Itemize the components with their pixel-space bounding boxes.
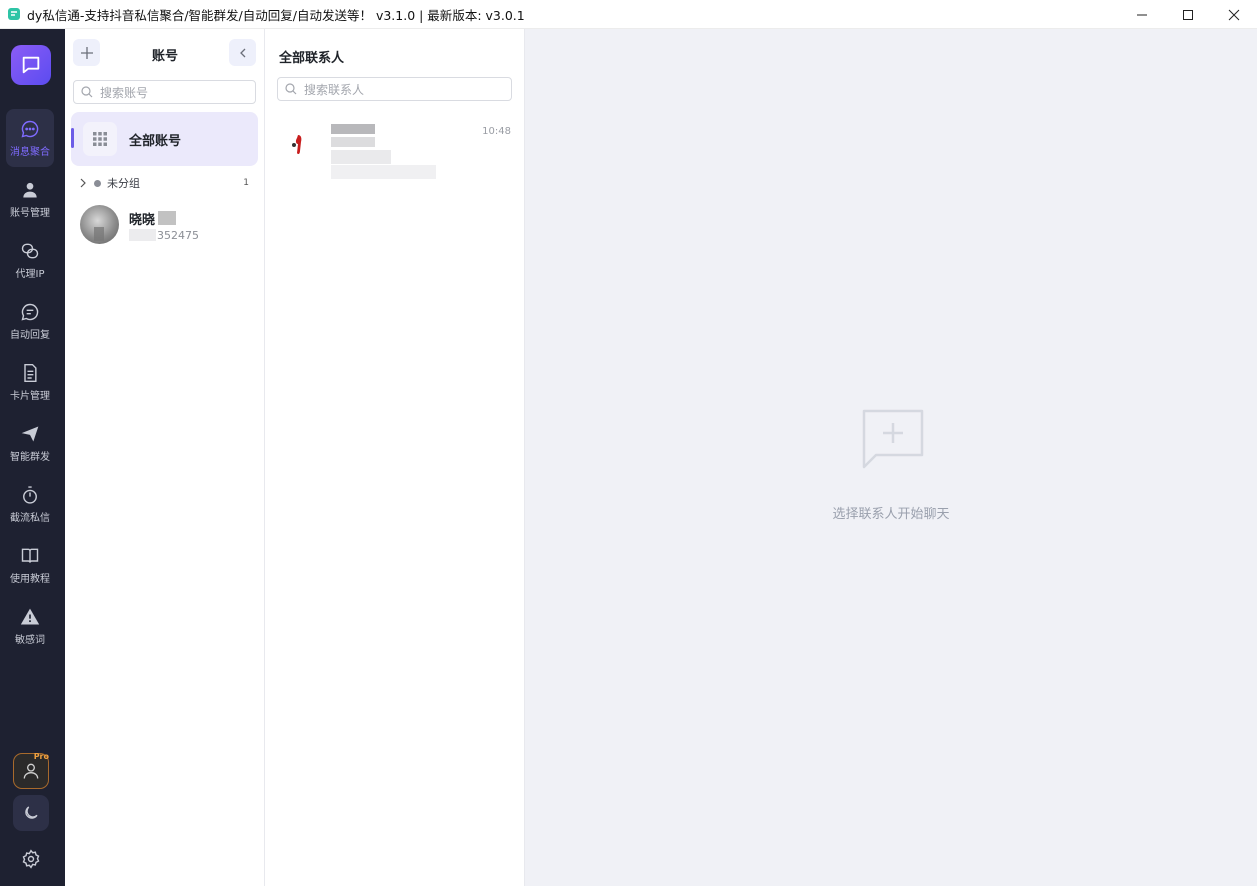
gear-icon <box>22 849 40 869</box>
pro-badge: Pro <box>33 752 49 761</box>
active-indicator <box>71 128 74 148</box>
nav-label: 代理IP <box>15 268 45 280</box>
nav-proxy-ip[interactable]: 代理IP <box>6 231 54 289</box>
chat-area: 选择联系人开始聊天 <box>525 29 1257 886</box>
nav-smart-broadcast[interactable]: 智能群发 <box>6 414 54 472</box>
add-chat-icon <box>862 409 924 469</box>
minimize-button[interactable] <box>1119 0 1165 29</box>
redaction-mask <box>331 150 391 164</box>
contact-time: 10:48 <box>482 126 511 137</box>
search-placeholder: 搜索联系人 <box>304 82 365 97</box>
contacts-panel: 全部联系人 搜索联系人 10:48 <box>265 29 525 886</box>
all-accounts-label: 全部账号 <box>129 133 182 149</box>
close-button[interactable] <box>1211 0 1257 29</box>
nav-label: 智能群发 <box>10 451 50 463</box>
all-accounts-item[interactable]: 全部账号 <box>71 112 258 166</box>
group-ungrouped[interactable]: 未分组 1 <box>79 175 249 191</box>
nav-label: 自动回复 <box>10 329 50 341</box>
maximize-icon <box>1183 9 1193 20</box>
redaction-mask <box>331 137 375 147</box>
proxy-icon <box>21 243 39 258</box>
nav-rail: 消息聚合 账号管理 代理IP 自动回复 卡片管理 智能群发 截流私信 使用教程 … <box>0 29 65 886</box>
nav-auto-reply[interactable]: 自动回复 <box>6 292 54 350</box>
nav-card-management[interactable]: 卡片管理 <box>6 353 54 411</box>
nav-label: 消息聚合 <box>10 146 50 158</box>
message-square-icon <box>22 56 40 74</box>
nav-label: 使用教程 <box>10 573 50 585</box>
search-icon <box>285 83 297 95</box>
group-count: 1 <box>243 178 249 188</box>
nav-label: 截流私信 <box>10 512 50 524</box>
app-logo <box>11 45 51 85</box>
nav-label: 敏感词 <box>15 634 45 646</box>
settings-button[interactable] <box>19 847 43 871</box>
nav-intercept-message[interactable]: 截流私信 <box>6 475 54 533</box>
redaction-mask <box>94 227 104 241</box>
contact-search-input[interactable]: 搜索联系人 <box>277 77 512 101</box>
account-name: 晓晓 <box>129 213 156 228</box>
redaction-mask <box>158 211 176 225</box>
title-bar: dy私信通-支持抖音私信聚合/智能群发/自动回复/自动发送等！ v3.1.0 |… <box>0 0 1257 29</box>
redaction-mask <box>331 165 436 179</box>
document-icon <box>24 363 37 382</box>
warning-icon <box>20 608 40 624</box>
nav-account-management[interactable]: 账号管理 <box>6 170 54 228</box>
nav-tutorial[interactable]: 使用教程 <box>6 536 54 594</box>
search-placeholder: 搜索账号 <box>100 85 149 100</box>
redaction-mask <box>331 124 375 134</box>
minimize-icon <box>1137 14 1147 15</box>
app-logo-icon <box>8 8 20 20</box>
contact-avatar <box>292 135 302 155</box>
reply-bubble-icon <box>21 303 39 320</box>
chevron-right-icon <box>80 178 86 188</box>
status-dot <box>94 179 101 187</box>
close-icon <box>1228 9 1240 20</box>
window-title: dy私信通-支持抖音私信聚合/智能群发/自动回复/自动发送等！ v3.1.0 |… <box>27 7 525 23</box>
accounts-panel: 账号 搜索账号 全部账号 未分组 1 晓晓 352475 <box>65 29 265 886</box>
window-controls <box>1119 0 1257 29</box>
contacts-title: 全部联系人 <box>279 51 345 66</box>
chat-bubble-icon <box>21 120 39 137</box>
accounts-header: 账号 <box>65 39 265 69</box>
user-icon <box>23 182 37 197</box>
nav-sensitive-words[interactable]: 敏感词 <box>6 597 54 655</box>
pro-account-button[interactable]: Pro <box>13 752 49 789</box>
collapse-panel-button[interactable] <box>229 39 256 66</box>
stopwatch-icon <box>23 485 37 504</box>
moon-icon <box>25 806 38 819</box>
maximize-button[interactable] <box>1165 0 1211 29</box>
account-id: 352475 <box>157 229 199 242</box>
redaction-mask <box>129 229 156 241</box>
chevron-left-icon <box>239 48 245 57</box>
nav-label: 卡片管理 <box>10 390 50 402</box>
book-icon <box>21 548 39 563</box>
search-icon <box>81 86 93 98</box>
account-search-input[interactable]: 搜索账号 <box>73 80 256 104</box>
contact-item[interactable]: 10:48 <box>265 117 525 187</box>
send-icon <box>21 426 39 441</box>
empty-state-text: 选择联系人开始聊天 <box>832 507 950 522</box>
nav-message-aggregate[interactable]: 消息聚合 <box>6 109 54 167</box>
theme-toggle-button[interactable] <box>13 795 49 831</box>
user-outline-icon <box>23 763 39 779</box>
group-name: 未分组 <box>107 177 140 190</box>
nav-label: 账号管理 <box>10 207 50 219</box>
account-item[interactable]: 晓晓 352475 <box>80 205 260 247</box>
grid-icon <box>83 122 117 156</box>
